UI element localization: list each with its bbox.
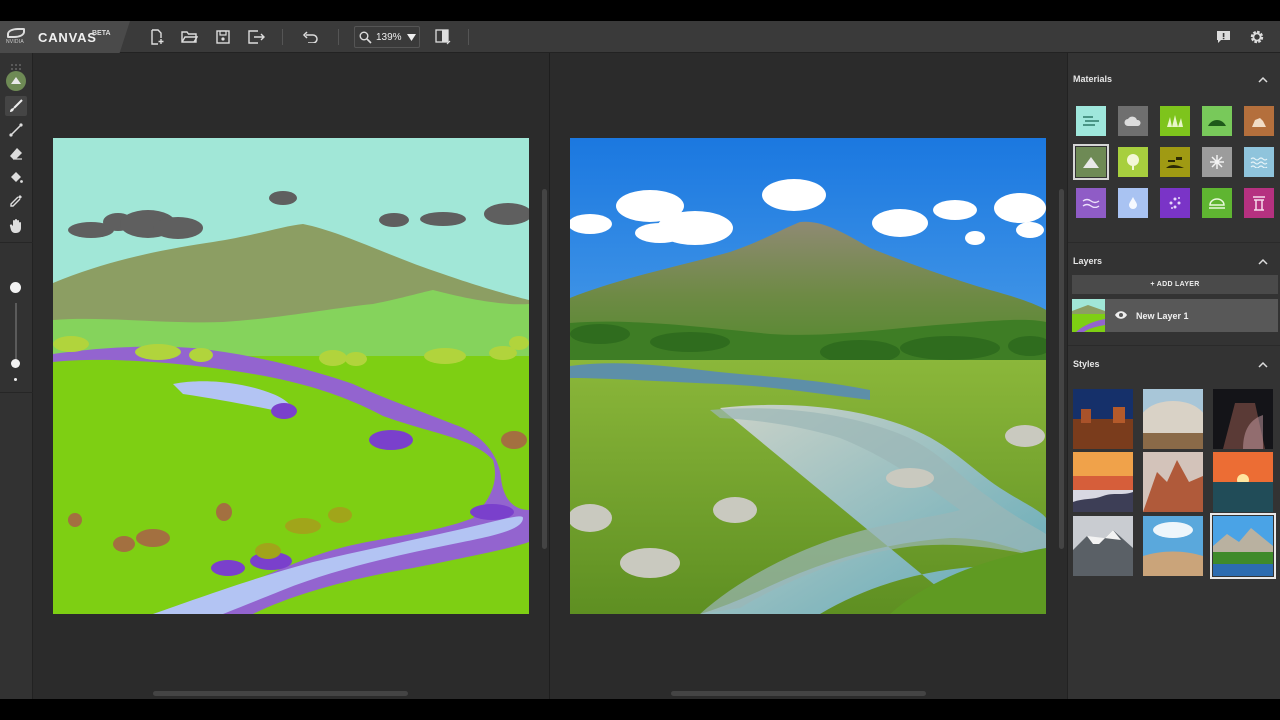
chevron-up-icon[interactable] <box>1258 360 1268 370</box>
eraser-icon[interactable] <box>5 144 27 164</box>
hand-icon[interactable] <box>5 215 27 235</box>
zoom-value: 139% <box>376 32 402 43</box>
paint-vertical-scrollbar[interactable] <box>542 189 547 549</box>
chevron-up-icon[interactable] <box>1258 75 1268 85</box>
tool-divider <box>0 392 33 393</box>
material-rock[interactable] <box>1244 106 1274 136</box>
styles-title: Styles <box>1073 359 1100 369</box>
grass-icon <box>1167 115 1183 127</box>
app-title: CANVAS <box>38 30 97 45</box>
paint-canvas[interactable] <box>53 138 529 614</box>
zoom-icon <box>359 31 372 44</box>
style-thumbnail[interactable] <box>1143 452 1203 512</box>
new-file-icon[interactable] <box>148 28 166 46</box>
mountain-icon <box>1083 157 1099 168</box>
material-bush[interactable] <box>1202 188 1232 218</box>
drop-icon <box>1129 197 1137 209</box>
snowflake-icon <box>1210 155 1224 169</box>
paint-mode-icon[interactable] <box>5 71 27 91</box>
material-building[interactable] <box>1244 188 1274 218</box>
undo-icon[interactable] <box>301 28 319 46</box>
material-river[interactable] <box>1076 188 1106 218</box>
section-divider <box>1068 345 1280 346</box>
building-icon <box>1253 196 1265 211</box>
material-flower[interactable] <box>1160 188 1190 218</box>
material-water[interactable] <box>1244 147 1274 177</box>
paint-horizontal-scrollbar[interactable] <box>153 691 408 696</box>
gear-icon[interactable] <box>1248 28 1266 46</box>
drag-handle-icon[interactable] <box>10 57 22 70</box>
split-view-icon[interactable] <box>434 28 452 46</box>
result-vertical-scrollbar[interactable] <box>1059 189 1064 549</box>
rock-icon <box>1252 118 1266 127</box>
material-grass[interactable] <box>1160 106 1190 136</box>
river-icon <box>1082 198 1100 208</box>
layer-name: New Layer 1 <box>1136 311 1189 321</box>
right-panel: Materials Layers + ADD LAYER New Layer 1… <box>1067 53 1280 699</box>
brush-size-max-icon <box>10 282 21 293</box>
visibility-eye-icon[interactable] <box>1114 310 1128 320</box>
eyedropper-icon[interactable] <box>5 191 27 211</box>
flower-icon <box>1169 197 1181 209</box>
material-hill[interactable] <box>1202 106 1232 136</box>
material-dirt[interactable] <box>1160 147 1190 177</box>
material-mountain[interactable] <box>1073 144 1109 180</box>
style-thumbnail[interactable] <box>1213 452 1273 512</box>
sky-icon <box>1083 116 1099 126</box>
hill-icon <box>1208 120 1226 126</box>
brush-size-slider[interactable] <box>15 303 17 363</box>
toolbar-separator <box>338 29 339 45</box>
result-horizontal-scrollbar[interactable] <box>671 691 926 696</box>
export-icon[interactable] <box>247 28 265 46</box>
tool-sidebar <box>0 53 33 699</box>
style-thumbnail[interactable] <box>1073 389 1133 449</box>
chevron-down-icon <box>407 34 416 41</box>
layer-item[interactable]: New Layer 1 <box>1072 299 1278 332</box>
layer-thumbnail <box>1072 299 1105 332</box>
top-toolbar: NVIDIA CANVAS BETA 139% <box>0 21 1280 53</box>
style-thumbnail[interactable] <box>1143 516 1203 576</box>
add-layer-button[interactable]: + ADD LAYER <box>1072 275 1278 294</box>
material-fog[interactable] <box>1118 188 1148 218</box>
style-thumbnail[interactable] <box>1143 389 1203 449</box>
brush-size-thumb[interactable] <box>11 359 20 368</box>
feedback-icon[interactable] <box>1214 28 1232 46</box>
chevron-up-icon[interactable] <box>1258 257 1268 267</box>
layers-title: Layers <box>1073 256 1103 266</box>
style-thumbnail[interactable] <box>1073 452 1133 512</box>
toolbar-separator <box>282 29 283 45</box>
materials-title: Materials <box>1073 74 1113 84</box>
dirt-icon <box>1166 157 1184 168</box>
style-thumbnail[interactable] <box>1210 513 1276 579</box>
open-folder-icon[interactable] <box>180 28 198 46</box>
result-image <box>570 138 1046 614</box>
material-tree[interactable] <box>1118 147 1148 177</box>
toolbar-separator <box>468 29 469 45</box>
material-cloud[interactable] <box>1118 106 1148 136</box>
material-sky[interactable] <box>1076 106 1106 136</box>
view-divider <box>549 53 550 699</box>
brush-size-min-icon <box>14 378 17 381</box>
cloud-icon <box>1124 116 1141 126</box>
brand-area: NVIDIA CANVAS BETA <box>0 21 130 53</box>
fill-bucket-icon[interactable] <box>5 167 27 187</box>
material-snow[interactable] <box>1202 147 1232 177</box>
save-icon[interactable] <box>214 28 232 46</box>
tree-icon <box>1127 154 1139 170</box>
tool-divider <box>0 242 33 243</box>
app-window: NVIDIA CANVAS BETA 139% Materials Layers… <box>0 21 1280 699</box>
nvidia-eye-logo-icon: NVIDIA <box>6 28 26 46</box>
line-icon[interactable] <box>5 120 27 140</box>
beta-badge: BETA <box>92 30 111 37</box>
zoom-select[interactable]: 139% <box>354 26 420 48</box>
bush-icon <box>1209 198 1225 209</box>
water-icon <box>1250 157 1268 168</box>
style-thumbnail[interactable] <box>1213 389 1273 449</box>
brush-icon[interactable] <box>5 96 27 116</box>
section-divider <box>1068 242 1280 243</box>
style-thumbnail[interactable] <box>1073 516 1133 576</box>
